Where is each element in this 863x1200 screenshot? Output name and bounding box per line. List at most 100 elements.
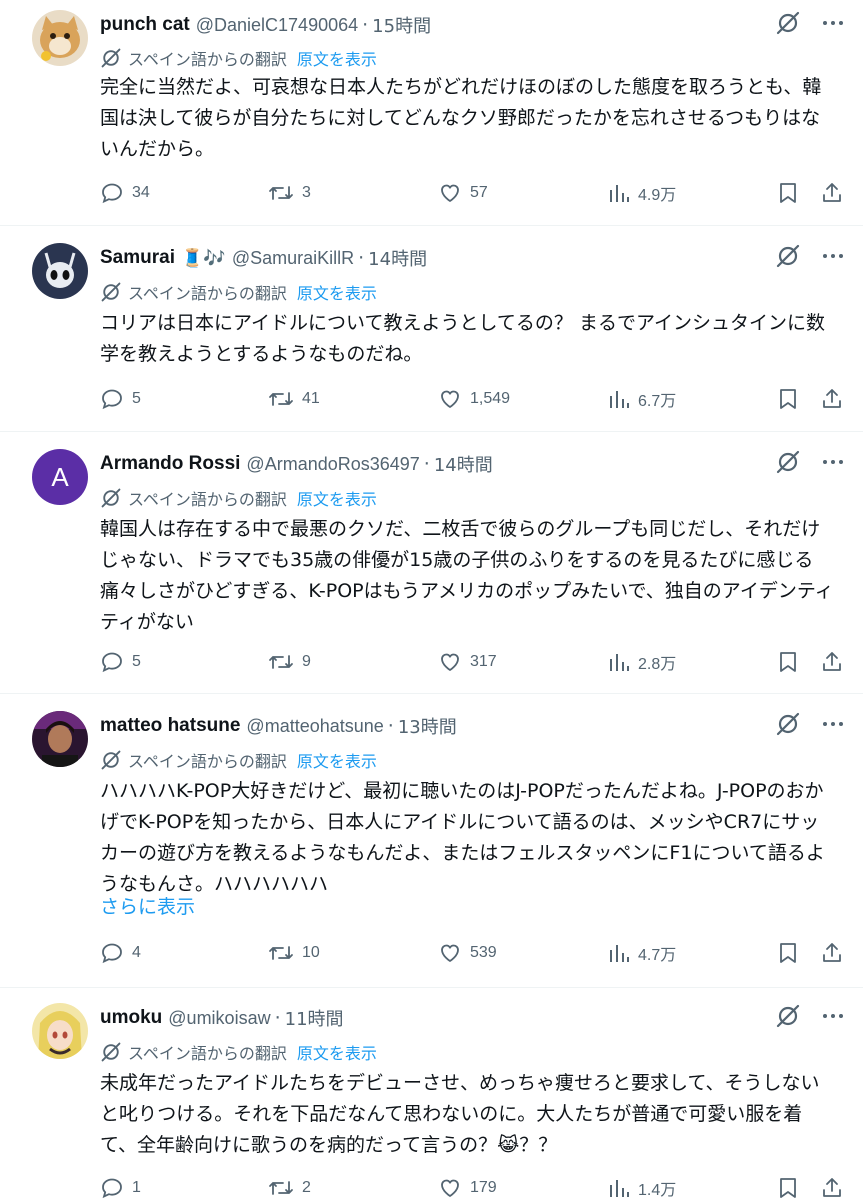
more-options-icon[interactable] bbox=[821, 244, 845, 268]
repost-button[interactable]: 41 bbox=[268, 387, 320, 411]
grok-icon[interactable] bbox=[775, 711, 801, 737]
more-options-icon[interactable] bbox=[821, 1004, 845, 1028]
reply-button[interactable]: 4 bbox=[100, 941, 141, 965]
views-button[interactable]: 1.4万 bbox=[608, 1176, 676, 1200]
views-icon bbox=[610, 1180, 629, 1197]
show-original-link[interactable]: 原文を表示 bbox=[297, 46, 377, 70]
separator-dot: · bbox=[358, 247, 365, 269]
share-icon bbox=[823, 389, 841, 408]
reply-icon bbox=[102, 183, 122, 204]
tweet[interactable]: matteo hatsune @matteohatsune · 13時間 スペイ… bbox=[0, 694, 863, 988]
avatar[interactable]: A bbox=[32, 449, 88, 505]
tweet-text: コリアは日本にアイドルについて教えようとしてるの？ まるでアインシュタインに数学… bbox=[100, 312, 826, 365]
translation-note: スペイン語からの翻訳 原文を表示 bbox=[100, 46, 377, 70]
share-button[interactable] bbox=[820, 650, 852, 674]
display-name[interactable]: Armando Rossi bbox=[100, 453, 240, 475]
repost-icon bbox=[269, 1181, 293, 1195]
repost-button[interactable]: 2 bbox=[268, 1176, 311, 1200]
timestamp[interactable]: 11時間 bbox=[285, 1005, 344, 1031]
grok-icon[interactable] bbox=[775, 10, 801, 36]
tweet-top-icons bbox=[775, 10, 845, 36]
reply-icon bbox=[102, 943, 122, 964]
show-more-link[interactable]: さらに表示 bbox=[100, 892, 195, 923]
timestamp[interactable]: 13時間 bbox=[398, 713, 457, 739]
grok-icon[interactable] bbox=[775, 243, 801, 269]
tweet[interactable]: punch cat @DanielC17490064 · 15時間 スペイン語か… bbox=[0, 0, 863, 226]
share-button[interactable] bbox=[820, 387, 852, 411]
bookmark-icon bbox=[780, 183, 796, 203]
user-handle[interactable]: @ArmandoRos36497 bbox=[246, 454, 419, 475]
bookmark-icon bbox=[780, 652, 796, 672]
avatar[interactable] bbox=[32, 711, 88, 767]
reply-button[interactable]: 34 bbox=[100, 181, 150, 205]
repost-button[interactable]: 10 bbox=[268, 941, 320, 965]
reply-count: 34 bbox=[132, 184, 150, 201]
tweet[interactable]: umoku @umikoisaw · 11時間 スペイン語からの翻訳 原文を表示… bbox=[0, 988, 863, 1200]
user-handle[interactable]: @DanielC17490064 bbox=[196, 15, 358, 36]
like-button[interactable]: 57 bbox=[438, 181, 488, 205]
heart-icon bbox=[441, 390, 459, 408]
user-handle[interactable]: @SamuraiKillR bbox=[232, 248, 354, 269]
like-button[interactable]: 179 bbox=[438, 1176, 497, 1200]
translate-icon bbox=[101, 282, 121, 302]
repost-button[interactable]: 9 bbox=[268, 650, 311, 674]
repost-icon bbox=[269, 946, 293, 960]
translate-icon bbox=[101, 750, 121, 770]
timestamp[interactable]: 15時間 bbox=[372, 12, 431, 38]
views-icon bbox=[610, 391, 629, 408]
tweet[interactable]: A Armando Rossi @ArmandoRos36497 · 14時間 … bbox=[0, 432, 863, 694]
views-button[interactable]: 4.7万 bbox=[608, 941, 676, 965]
avatar[interactable] bbox=[32, 10, 88, 66]
translation-note: スペイン語からの翻訳 原文を表示 bbox=[100, 486, 377, 510]
show-original-link[interactable]: 原文を表示 bbox=[297, 280, 377, 304]
views-button[interactable]: 4.9万 bbox=[608, 181, 676, 205]
share-button[interactable] bbox=[820, 181, 852, 205]
anime-girl-avatar bbox=[32, 1003, 88, 1059]
timestamp[interactable]: 14時間 bbox=[434, 451, 493, 477]
more-options-icon[interactable] bbox=[821, 11, 845, 35]
show-original-link[interactable]: 原文を表示 bbox=[297, 486, 377, 510]
like-button[interactable]: 539 bbox=[438, 941, 497, 965]
bookmark-button[interactable] bbox=[777, 650, 807, 674]
bookmark-icon bbox=[780, 1178, 796, 1198]
bookmark-icon bbox=[780, 389, 796, 409]
translate-icon bbox=[101, 1042, 121, 1062]
tweet[interactable]: Samurai 🧵🎶 @SamuraiKillR · 14時間 スペイン語からの… bbox=[0, 226, 863, 432]
bookmark-button[interactable] bbox=[777, 387, 807, 411]
views-button[interactable]: 2.8万 bbox=[608, 650, 676, 674]
like-button[interactable]: 317 bbox=[438, 650, 497, 674]
user-handle[interactable]: @umikoisaw bbox=[168, 1008, 270, 1029]
share-button[interactable] bbox=[820, 1176, 852, 1200]
display-name[interactable]: punch cat bbox=[100, 14, 190, 36]
show-original-link[interactable]: 原文を表示 bbox=[297, 1040, 377, 1064]
display-name[interactable]: umoku bbox=[100, 1007, 162, 1029]
reply-button[interactable]: 1 bbox=[100, 1176, 141, 1200]
reply-count: 5 bbox=[132, 390, 141, 407]
avatar[interactable] bbox=[32, 243, 88, 299]
avatar[interactable] bbox=[32, 1003, 88, 1059]
share-button[interactable] bbox=[820, 941, 852, 965]
bookmark-button[interactable] bbox=[777, 941, 807, 965]
show-original-link[interactable]: 原文を表示 bbox=[297, 748, 377, 772]
timestamp[interactable]: 14時間 bbox=[368, 245, 427, 271]
display-name[interactable]: matteo hatsune bbox=[100, 715, 240, 737]
display-name[interactable]: Samurai bbox=[100, 247, 175, 269]
reply-button[interactable]: 5 bbox=[100, 650, 141, 674]
grok-icon[interactable] bbox=[775, 449, 801, 475]
view-count: 4.9万 bbox=[638, 187, 677, 204]
repost-button[interactable]: 3 bbox=[268, 181, 311, 205]
more-options-icon[interactable] bbox=[821, 712, 845, 736]
like-button[interactable]: 1,549 bbox=[438, 387, 510, 411]
bookmark-button[interactable] bbox=[777, 181, 807, 205]
reply-button[interactable]: 5 bbox=[100, 387, 141, 411]
view-count: 4.7万 bbox=[638, 947, 677, 964]
user-handle[interactable]: @matteohatsune bbox=[246, 716, 383, 737]
views-button[interactable]: 6.7万 bbox=[608, 387, 676, 411]
tweet-top-icons bbox=[775, 449, 845, 475]
views-icon bbox=[610, 654, 629, 671]
translate-label: スペイン語からの翻訳 bbox=[128, 284, 287, 303]
more-options-icon[interactable] bbox=[821, 450, 845, 474]
views-icon bbox=[610, 945, 629, 962]
grok-icon[interactable] bbox=[775, 1003, 801, 1029]
bookmark-button[interactable] bbox=[777, 1176, 807, 1200]
